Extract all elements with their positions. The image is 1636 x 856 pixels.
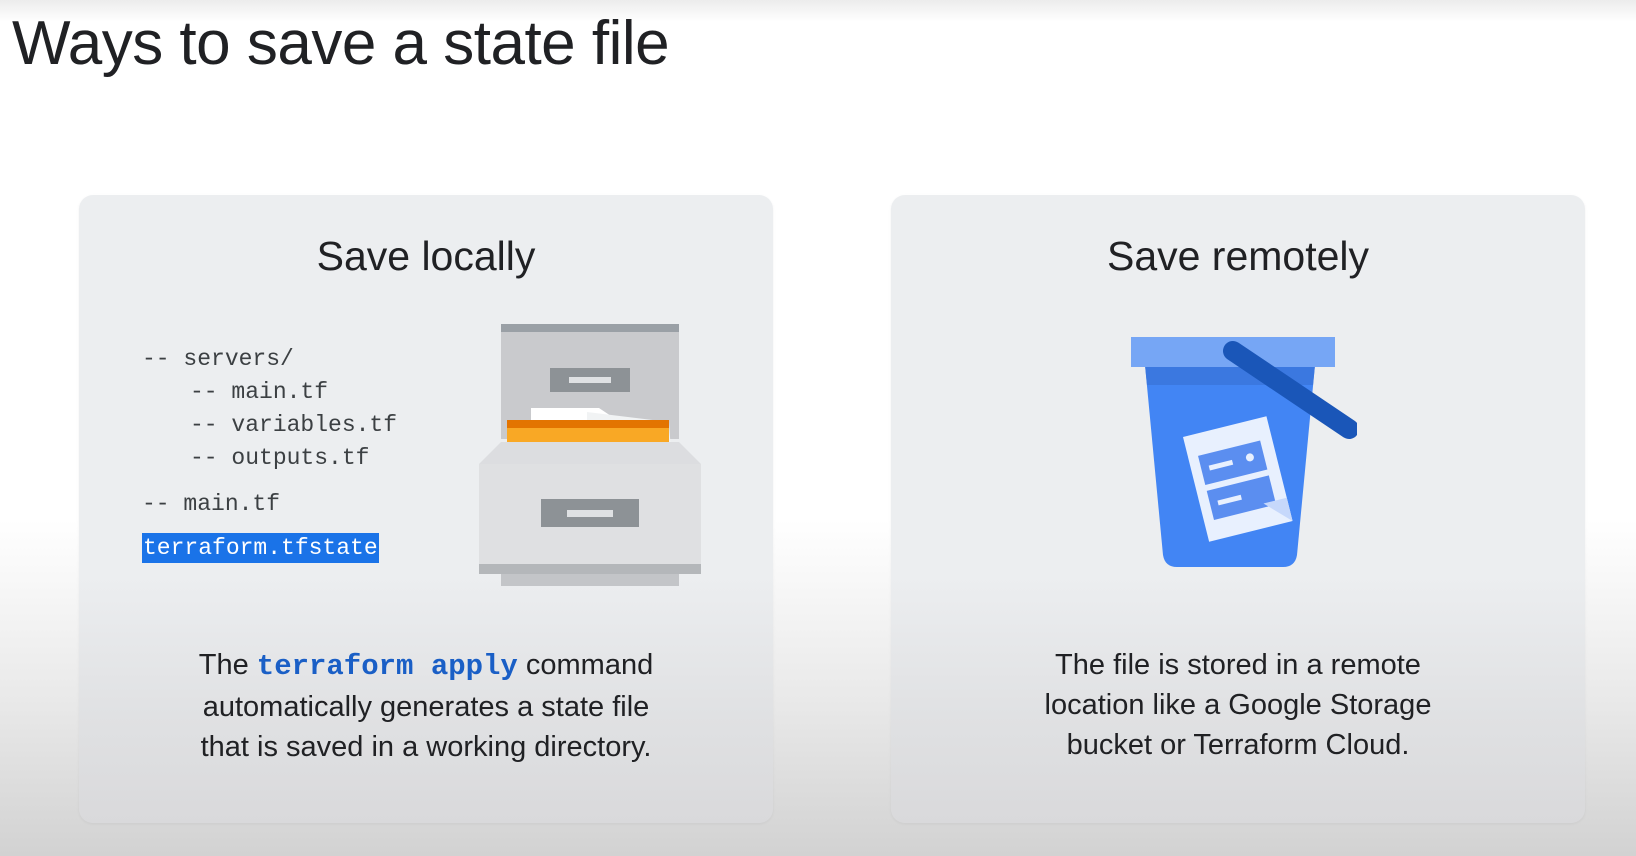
file-tree: -- servers/ -- main.tf -- variables.tf -… (142, 343, 397, 563)
tree-item-state-file: terraform.tfstate (142, 533, 379, 563)
desc-prefix: The (198, 649, 249, 681)
tree-item-servers-outputs: -- outputs.tf (190, 445, 370, 471)
save-remotely-description: The file is stored in a remote location … (931, 645, 1545, 765)
tree-item-servers: -- servers/ (142, 346, 294, 372)
desc-suffix: command (517, 649, 654, 681)
file-cabinet-icon (479, 324, 701, 591)
save-locally-desc-line-1: The terraform apply command (119, 645, 733, 687)
tree-item-main: -- main.tf (142, 491, 281, 517)
terraform-apply-command: terraform apply (256, 650, 518, 683)
slide-title: Ways to save a state file (12, 9, 670, 78)
save-locally-description: The terraform apply command automaticall… (119, 645, 733, 767)
storage-bucket-icon (1131, 337, 1359, 572)
save-remotely-card: Save remotely The file is stored in a re… (891, 195, 1585, 823)
save-locally-desc-line-2: automatically generates a state file (202, 691, 650, 723)
save-remotely-heading: Save remotely (1106, 233, 1370, 279)
save-remotely-desc-line-3: bucket or Terraform Cloud. (1066, 729, 1410, 761)
save-remotely-desc-line-2: location like a Google Storage (1044, 689, 1432, 721)
tree-item-servers-main: -- main.tf (190, 379, 329, 405)
save-locally-heading: Save locally (316, 233, 536, 279)
tree-item-servers-variables: -- variables.tf (190, 412, 398, 438)
save-remotely-desc-line-1: The file is stored in a remote (1055, 649, 1421, 681)
save-locally-card: Save locally -- servers/ -- main.tf -- v… (79, 195, 773, 823)
save-locally-desc-line-3: that is saved in a working directory. (200, 731, 652, 763)
